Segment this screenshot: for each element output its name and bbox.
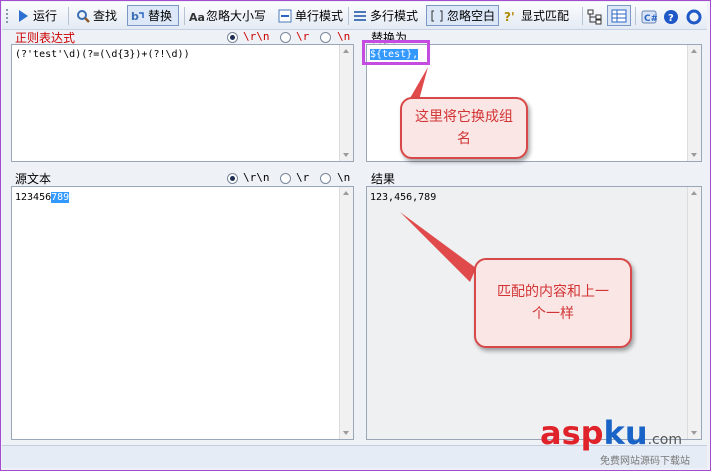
watermark-logo: aspku.com [540,414,682,452]
annotation-arrows [400,67,476,282]
arrow-bottom [400,212,476,282]
callout-top: 这里将它换成组名 [400,97,528,159]
watermark-tagline: 免费网站源码下载站 [600,456,690,467]
callout-bottom: 匹配的内容和上一个一样 [474,258,632,348]
